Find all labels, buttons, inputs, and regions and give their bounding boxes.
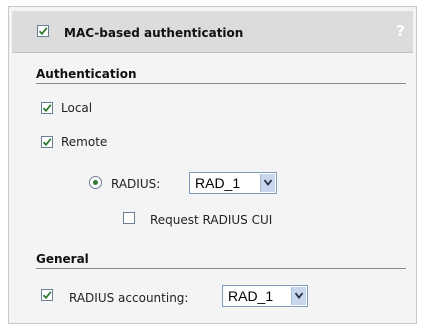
checkmark-icon — [42, 291, 52, 300]
checkmark-icon — [42, 138, 52, 147]
chevron-down-icon[interactable] — [291, 287, 306, 305]
mac-auth-enable-checkbox[interactable] — [37, 25, 49, 37]
accounting-server-select[interactable]: RAD_1 — [222, 285, 308, 307]
radius-accounting-label: RADIUS accounting: — [69, 291, 189, 305]
radius-server-select[interactable]: RAD_1 — [189, 172, 277, 194]
local-label: Local — [61, 101, 93, 115]
radio-selected-dot — [93, 180, 98, 185]
mac-auth-panel: MAC-based authentication ? Authenticatio… — [8, 6, 417, 324]
general-section-title: General — [36, 252, 89, 266]
local-checkbox[interactable] — [41, 102, 53, 114]
radius-label: RADIUS: — [111, 177, 161, 191]
section-divider — [36, 268, 406, 269]
accounting-server-value: RAD_1 — [228, 288, 274, 304]
radius-accounting-checkbox[interactable] — [41, 289, 53, 301]
panel-header: MAC-based authentication ? — [12, 11, 413, 53]
chevron-down-icon[interactable] — [260, 174, 275, 192]
remote-label: Remote — [61, 135, 108, 149]
checkmark-icon — [38, 27, 48, 36]
request-cui-checkbox[interactable] — [123, 212, 135, 224]
checkmark-icon — [42, 104, 52, 113]
authentication-section-title: Authentication — [36, 67, 137, 81]
request-cui-label: Request RADIUS CUI — [150, 213, 273, 227]
radius-server-value: RAD_1 — [195, 175, 241, 191]
remote-checkbox[interactable] — [41, 136, 53, 148]
help-icon[interactable]: ? — [396, 22, 405, 40]
section-divider — [36, 83, 406, 84]
panel-title: MAC-based authentication — [64, 26, 244, 40]
radius-radio[interactable] — [89, 176, 102, 189]
